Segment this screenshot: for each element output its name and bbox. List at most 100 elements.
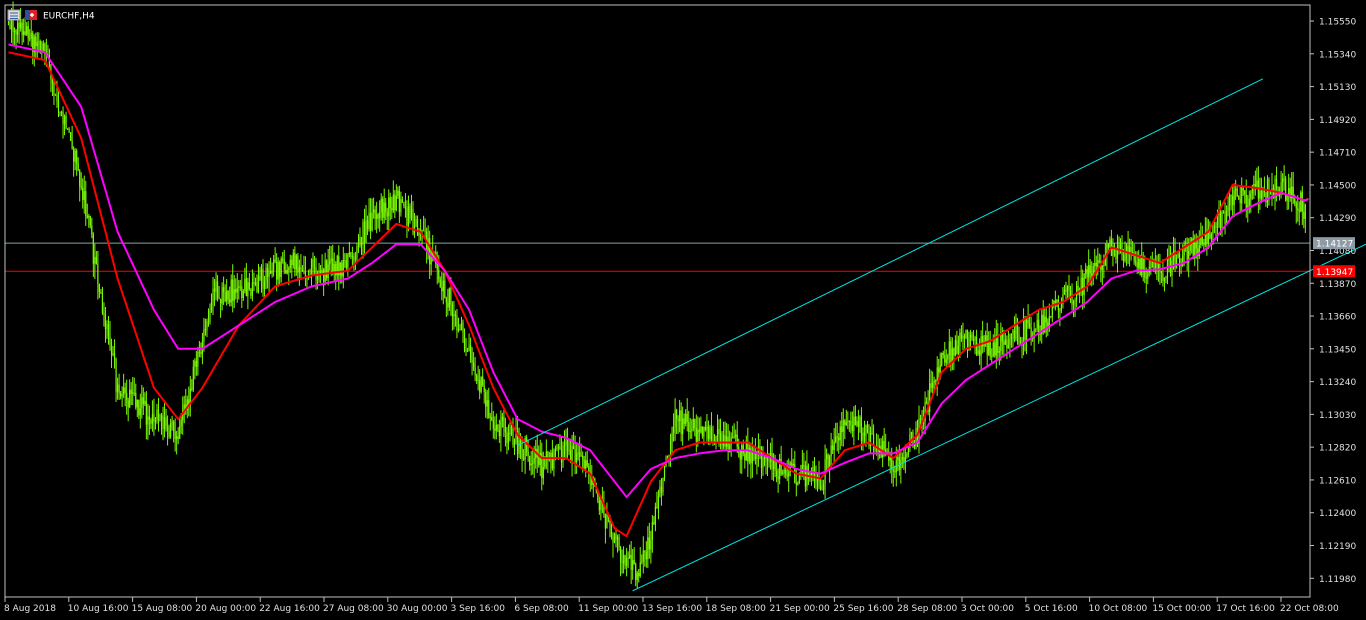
candle-body xyxy=(268,270,270,277)
candle xyxy=(776,459,778,483)
candle xyxy=(1275,166,1278,202)
candle-body xyxy=(1262,191,1264,199)
candle xyxy=(212,276,214,316)
candle-body xyxy=(260,268,263,281)
candle xyxy=(29,29,31,42)
candle-body xyxy=(950,341,952,363)
candle xyxy=(941,352,943,367)
candle xyxy=(722,421,725,449)
candle-body xyxy=(1086,269,1088,278)
candle xyxy=(535,439,537,469)
candle-body xyxy=(1239,198,1241,204)
candle-body xyxy=(1072,301,1075,305)
candle-body xyxy=(1091,273,1093,276)
candle-body xyxy=(333,263,335,272)
candle xyxy=(866,420,869,434)
candle xyxy=(30,18,32,47)
candle-body xyxy=(1263,191,1266,193)
candle-body xyxy=(529,455,531,466)
candle xyxy=(206,318,208,338)
candle xyxy=(844,418,846,440)
candle xyxy=(50,64,52,92)
candle-body xyxy=(453,314,455,317)
candle xyxy=(466,347,469,353)
candle xyxy=(221,282,223,311)
candle xyxy=(656,491,658,509)
candle xyxy=(750,442,752,479)
candle xyxy=(189,375,191,417)
candle-body xyxy=(1253,183,1255,186)
candle xyxy=(1141,242,1143,278)
candle xyxy=(568,439,570,456)
candle-body xyxy=(394,194,396,211)
candle-body xyxy=(1215,226,1217,228)
chart-window-icon[interactable] xyxy=(7,9,21,21)
candle xyxy=(868,424,870,450)
candle xyxy=(1006,335,1008,359)
candle xyxy=(100,288,102,294)
candle xyxy=(448,287,450,312)
candle-body xyxy=(82,187,84,201)
candle xyxy=(194,358,196,380)
candle-body xyxy=(1103,265,1105,267)
candle xyxy=(89,215,91,229)
candle-body xyxy=(957,345,960,354)
candle xyxy=(563,430,566,460)
chart-window[interactable]: 1.15550 1.15340 1.15130 1.14920 1.14710 1.145… xyxy=(0,0,1366,620)
candle xyxy=(694,418,696,437)
candle-body xyxy=(568,450,570,452)
candle xyxy=(456,308,458,339)
candle xyxy=(104,307,107,343)
candle-body xyxy=(1057,300,1059,311)
x-tick-label: 8 Aug 2018 xyxy=(4,604,56,614)
candle xyxy=(701,426,703,439)
candle xyxy=(197,347,199,376)
candle xyxy=(392,180,394,214)
candle-body xyxy=(368,212,370,230)
y-tick-label: 1.13660 xyxy=(1319,313,1356,323)
candle xyxy=(982,320,984,354)
candle xyxy=(260,264,263,293)
candle xyxy=(368,198,370,232)
candle-body xyxy=(518,440,520,455)
candle-body xyxy=(135,392,137,408)
candle-body xyxy=(821,489,823,491)
candle xyxy=(880,438,882,459)
candle xyxy=(130,382,132,406)
candle-body xyxy=(406,207,408,226)
candle-body xyxy=(1230,194,1232,196)
candle xyxy=(462,319,464,343)
candle-body xyxy=(145,400,147,425)
candle xyxy=(53,80,55,105)
candle xyxy=(1115,247,1117,264)
price-chart[interactable]: 1.15550 1.15340 1.15130 1.14920 1.14710 1.145… xyxy=(0,0,1366,620)
candle-body xyxy=(1063,289,1066,295)
candle-body xyxy=(327,264,329,279)
candle xyxy=(239,280,241,291)
candle-body xyxy=(18,22,20,29)
candle-body xyxy=(139,408,141,416)
candle xyxy=(1282,173,1284,195)
candle-body xyxy=(835,436,837,442)
candle-body xyxy=(98,284,100,292)
candle-body xyxy=(88,216,90,218)
candle xyxy=(82,178,84,209)
candle-body xyxy=(1222,211,1225,213)
candle xyxy=(1100,254,1102,283)
candle xyxy=(1204,217,1206,248)
candle-body xyxy=(1082,277,1084,296)
candle xyxy=(1054,290,1056,311)
candle-body xyxy=(241,286,243,299)
candle-body xyxy=(168,430,170,437)
candle-body xyxy=(15,30,17,35)
candle xyxy=(344,253,346,268)
candle-body xyxy=(254,282,257,285)
candle xyxy=(54,93,57,96)
candle-body xyxy=(248,282,250,290)
candle-body xyxy=(929,383,931,412)
candle xyxy=(401,196,403,203)
candle-body xyxy=(132,392,134,394)
candle xyxy=(13,27,16,45)
candle xyxy=(70,132,72,142)
candle-body xyxy=(736,434,738,447)
